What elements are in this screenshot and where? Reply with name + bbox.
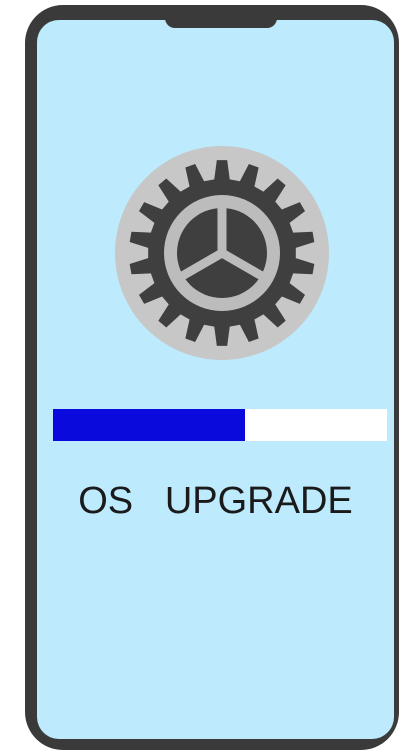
progress-fill — [53, 409, 246, 441]
phone-notch — [165, 5, 277, 28]
title-spacer — [133, 480, 165, 522]
phone-screen: OS UPGRADE — [37, 20, 394, 739]
phone-frame: OS UPGRADE — [25, 5, 399, 750]
title-upgrade: UPGRADE — [164, 480, 353, 522]
title-os: OS — [78, 480, 134, 522]
gear-icon — [111, 142, 333, 364]
upgrade-progress-bar — [53, 409, 387, 441]
upgrade-title: OS UPGRADE — [37, 480, 394, 523]
